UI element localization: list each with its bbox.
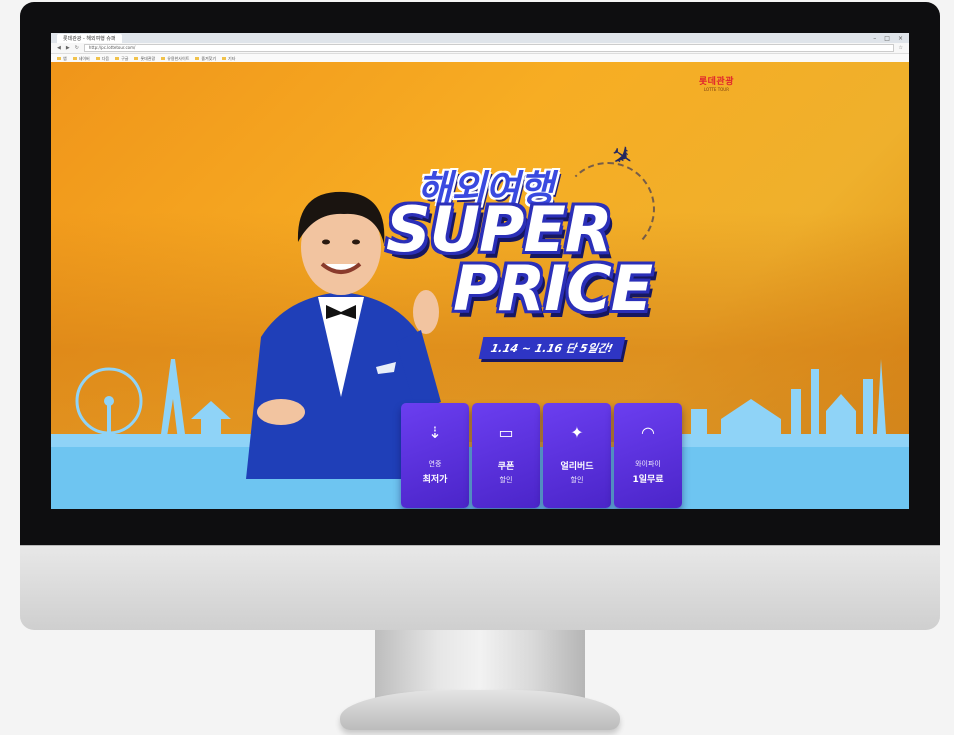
close-icon[interactable]: ×	[898, 35, 903, 42]
card-line1: 연중	[428, 460, 442, 468]
promo-banner[interactable]: 롯데관광 LOTTE TOUR ✈ 해외여행 SUPER PRICE 1.14 …	[51, 62, 909, 509]
monitor-stand	[375, 630, 585, 698]
bookmark-item[interactable]: 앱	[57, 56, 67, 62]
minimize-icon[interactable]: –	[873, 35, 876, 42]
headline-price: PRICE	[453, 252, 653, 325]
browser-tab-bar: 롯데관광 - 해외여행 슈퍼 – □ ×	[51, 33, 909, 43]
star-icon[interactable]: ☆	[899, 45, 903, 51]
bird-icon: ✦	[570, 423, 584, 442]
logo-text-en: LOTTE TOUR	[703, 87, 730, 92]
arrow-down-icon: ⇣	[428, 423, 442, 442]
bookmark-item[interactable]: 기타	[222, 56, 235, 62]
date-badge: 1.14 ~ 1.16 단 5일간!	[478, 337, 626, 359]
monitor-chin	[20, 545, 940, 630]
bookmark-item[interactable]: 구글	[115, 56, 128, 62]
benefit-cards: ⇣ 연중 최저가 ▭ 쿠폰 할인 ✦ 얼리버드 할인 ◠ 와이파이 1일무료	[401, 403, 682, 508]
benefit-card-lowest-price[interactable]: ⇣ 연중 최저가	[401, 403, 469, 508]
benefit-card-coupon[interactable]: ▭ 쿠폰 할인	[472, 403, 540, 508]
wifi-icon: ◠	[641, 423, 655, 442]
monitor-base	[340, 690, 620, 730]
coupon-icon: ▭	[498, 423, 514, 442]
address-bar: ◀ ▶ ↻ http://pc.lottetour.com/ ☆	[51, 43, 909, 54]
forward-icon[interactable]: ▶	[66, 45, 70, 51]
url-input[interactable]: http://pc.lottetour.com/	[83, 44, 894, 52]
card-line2: 할인	[570, 476, 584, 484]
bookmark-item[interactable]: 네이버	[73, 56, 90, 62]
card-line1: 얼리버드	[560, 462, 594, 472]
reload-icon[interactable]: ↻	[75, 45, 79, 51]
bookmark-item[interactable]: 유용한사이트	[161, 56, 189, 62]
brand-logo[interactable]: 롯데관광 LOTTE TOUR	[699, 74, 734, 92]
bookmark-item[interactable]: 즐겨찾기	[195, 56, 216, 62]
bookmark-item[interactable]: 롯데관광	[134, 56, 155, 62]
benefit-card-wifi[interactable]: ◠ 와이파이 1일무료	[614, 403, 682, 508]
maximize-icon[interactable]: □	[884, 35, 890, 42]
screen: 롯데관광 - 해외여행 슈퍼 – □ × ◀ ▶ ↻ http://pc.lot…	[51, 33, 909, 509]
browser-tab[interactable]: 롯데관광 - 해외여행 슈퍼	[57, 33, 122, 43]
benefit-card-earlybird[interactable]: ✦ 얼리버드 할인	[543, 403, 611, 508]
card-line1: 쿠폰	[497, 462, 515, 472]
card-line2: 최저가	[422, 475, 448, 485]
back-icon[interactable]: ◀	[57, 45, 61, 51]
card-line2: 할인	[499, 476, 513, 484]
card-line2: 1일무료	[632, 475, 664, 485]
card-line1: 와이파이	[635, 460, 661, 468]
logo-text-ko: 롯데관광	[698, 77, 734, 87]
window-controls: – □ ×	[873, 35, 903, 42]
bookmark-item[interactable]: 다음	[96, 56, 109, 62]
